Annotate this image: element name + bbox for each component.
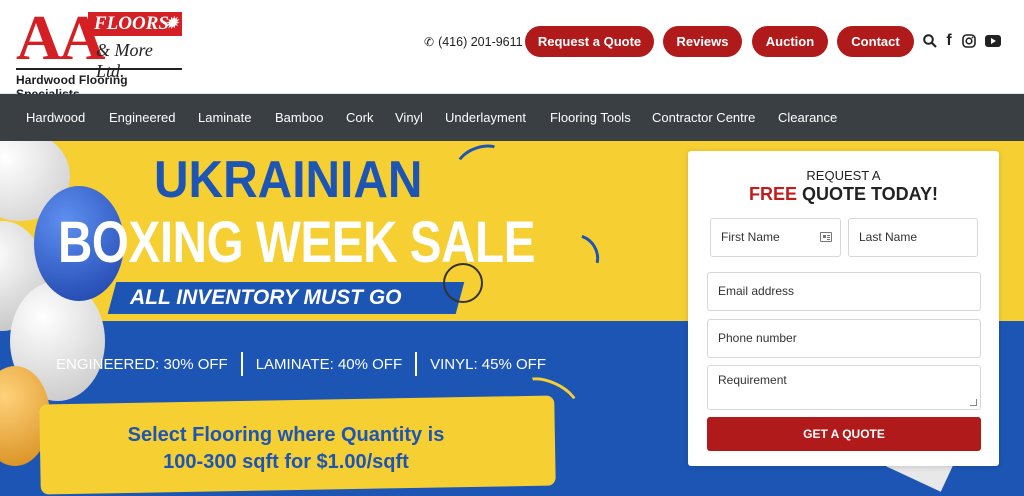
offer-divider bbox=[415, 352, 418, 376]
nav-item-laminate[interactable]: Laminate bbox=[198, 94, 251, 141]
nav-item-underlayment[interactable]: Underlayment bbox=[445, 94, 526, 141]
contact-button[interactable]: Contact bbox=[837, 26, 914, 57]
form-title-rest: QUOTE TODAY! bbox=[796, 184, 939, 204]
phone-input[interactable]: Phone number bbox=[707, 319, 981, 358]
first-name-placeholder: First Name bbox=[721, 230, 780, 244]
logo-divider bbox=[16, 68, 182, 70]
phone-link[interactable]: ✆ (416) 201-9611 bbox=[424, 35, 523, 49]
youtube-icon[interactable] bbox=[984, 32, 1002, 50]
contact-card-icon bbox=[820, 232, 832, 242]
nav-item-flooring-tools[interactable]: Flooring Tools bbox=[550, 94, 631, 141]
instagram-icon[interactable] bbox=[960, 32, 978, 50]
site-logo[interactable]: AA FLOORS ✹ & More Ltd. Hardwood Floorin… bbox=[14, 6, 184, 101]
form-kicker: REQUEST A bbox=[806, 168, 881, 183]
discount-offers: ENGINEERED: 30% OFF LAMINATE: 40% OFF VI… bbox=[56, 351, 546, 377]
banner-text: ALL INVENTORY MUST GO bbox=[130, 286, 402, 309]
price-tag-icon bbox=[443, 263, 483, 303]
last-name-placeholder: Last Name bbox=[859, 230, 918, 244]
nav-item-vinyl[interactable]: Vinyl bbox=[395, 94, 423, 141]
nav-item-engineered[interactable]: Engineered bbox=[109, 94, 176, 141]
form-title: FREE QUOTE TODAY! bbox=[688, 184, 999, 205]
request-quote-button[interactable]: Request a Quote bbox=[525, 26, 654, 57]
offer-divider bbox=[240, 352, 243, 376]
facebook-icon[interactable]: f bbox=[940, 32, 958, 50]
quote-form: REQUEST A FREE QUOTE TODAY! First Name L… bbox=[688, 151, 999, 466]
hero-headline-ukrainian: UKRAINIAN bbox=[154, 151, 423, 209]
offer-engineered: ENGINEERED: 30% OFF bbox=[56, 355, 228, 373]
site-header: AA FLOORS ✹ & More Ltd. Hardwood Floorin… bbox=[0, 0, 1024, 101]
main-nav: Hardwood Engineered Laminate Bamboo Cork… bbox=[0, 94, 1024, 141]
reviews-button[interactable]: Reviews bbox=[663, 26, 742, 57]
email-input[interactable]: Email address bbox=[707, 272, 981, 311]
form-title-highlight: FREE bbox=[748, 184, 797, 204]
nav-item-hardwood[interactable]: Hardwood bbox=[26, 94, 85, 141]
auction-button[interactable]: Auction bbox=[752, 26, 828, 57]
get-quote-button[interactable]: GET A QUOTE bbox=[707, 417, 981, 451]
promo-text: Select Flooring where Quantity is 100-30… bbox=[96, 422, 476, 476]
requirement-textarea[interactable]: Requirement bbox=[707, 365, 981, 410]
maple-leaf-icon: ✹ bbox=[165, 16, 178, 32]
logo-floors-text: FLOORS bbox=[94, 13, 169, 34]
promo-line-2: 100-300 sqft for $1.00/sqft bbox=[163, 451, 409, 473]
offer-laminate: LAMINATE: 40% OFF bbox=[255, 355, 403, 373]
email-placeholder: Email address bbox=[718, 284, 795, 298]
nav-item-cork[interactable]: Cork bbox=[346, 94, 373, 141]
logo-floors: FLOORS ✹ bbox=[88, 12, 182, 36]
phone-placeholder: Phone number bbox=[718, 331, 797, 345]
offer-vinyl: VINYL: 45% OFF bbox=[430, 355, 546, 373]
nav-item-contractor-centre[interactable]: Contractor Centre bbox=[652, 94, 755, 141]
last-name-input[interactable]: Last Name bbox=[848, 218, 978, 257]
search-icon[interactable] bbox=[921, 32, 939, 50]
first-name-input[interactable]: First Name bbox=[710, 218, 841, 257]
phone-number: (416) 201-9611 bbox=[438, 35, 523, 49]
promo-line-1: Select Flooring where Quantity is bbox=[127, 424, 445, 446]
nav-item-bamboo[interactable]: Bamboo bbox=[275, 94, 323, 141]
requirement-placeholder: Requirement bbox=[718, 373, 787, 387]
nav-item-clearance[interactable]: Clearance bbox=[778, 94, 837, 141]
resize-handle-icon[interactable] bbox=[970, 399, 977, 406]
phone-icon: ✆ bbox=[424, 35, 435, 49]
